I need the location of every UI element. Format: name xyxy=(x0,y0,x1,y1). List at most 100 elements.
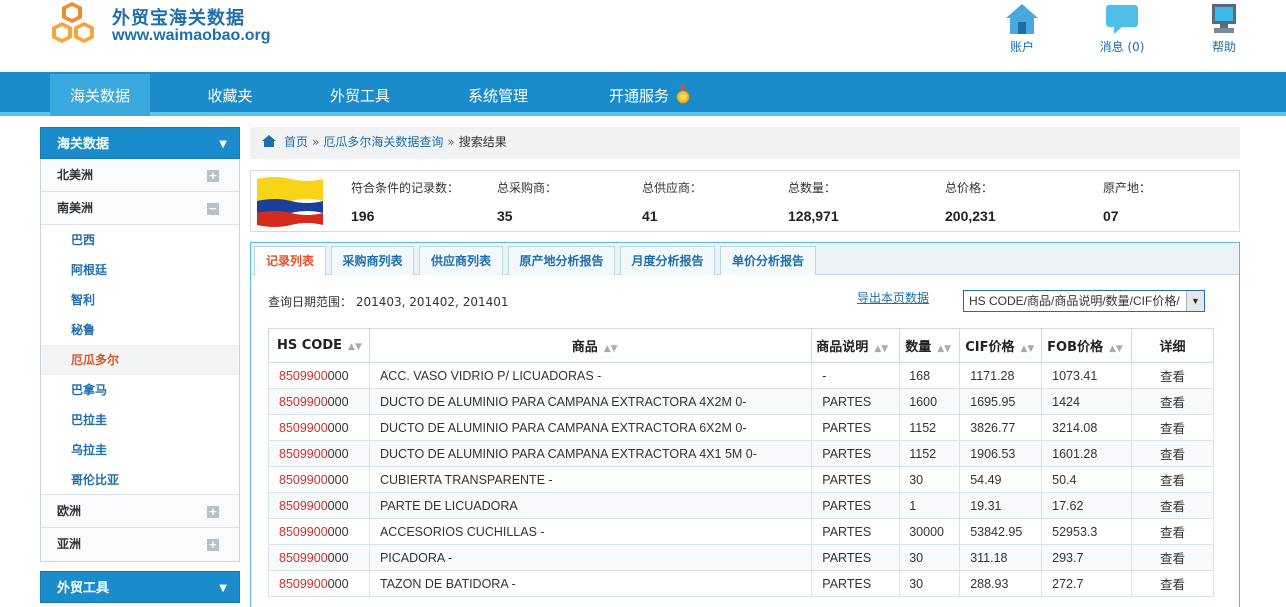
description-cell: PARTES xyxy=(811,414,901,441)
hs-code-cell: 8509900000 xyxy=(268,362,370,389)
region-europe[interactable]: 欧洲 + xyxy=(41,495,239,528)
view-detail-link[interactable]: 查看 xyxy=(1131,570,1214,597)
country-colombia[interactable]: 哥伦比亚 xyxy=(41,465,239,495)
col-quantity[interactable]: 数量 ▲▼ xyxy=(899,328,961,363)
sort-icon[interactable]: ▲▼ xyxy=(937,344,951,354)
col-product[interactable]: 商品 ▲▼ xyxy=(368,328,813,363)
fob-cell: 293.7 xyxy=(1041,544,1133,571)
logo-icon[interactable] xyxy=(50,0,110,50)
country-peru[interactable]: 秘鲁 xyxy=(41,315,239,345)
view-detail-link[interactable]: 查看 xyxy=(1131,544,1214,571)
stat-records-value: 196 xyxy=(351,208,375,224)
sort-icon[interactable]: ▲▼ xyxy=(604,344,618,354)
tab-origin-report[interactable]: 原产地分析报告 xyxy=(508,246,615,275)
tab-monthly-report[interactable]: 月度分析报告 xyxy=(620,246,715,275)
export-page-link[interactable]: 导出本页数据 xyxy=(857,289,929,306)
quantity-cell: 1152 xyxy=(899,440,961,467)
view-detail-link[interactable]: 查看 xyxy=(1131,466,1214,493)
region-asia[interactable]: 亚洲 + xyxy=(41,528,239,561)
stat-records: 符合条件的记录数： 196 xyxy=(351,179,459,224)
cif-cell: 53842.95 xyxy=(959,518,1043,545)
header: 外贸宝海关数据 www.waimaobao.org 账户 消息 (0) 帮助 xyxy=(0,0,1286,72)
collapse-minus-icon[interactable]: − xyxy=(207,203,219,215)
quantity-cell: 1 xyxy=(899,492,961,519)
account-link[interactable]: 账户 xyxy=(982,2,1062,55)
quantity-cell: 30 xyxy=(899,570,961,597)
view-detail-link[interactable]: 查看 xyxy=(1131,440,1214,467)
table-row: 8509900000 ACCESORIOS CUCHILLAS - PARTES 30… xyxy=(268,518,1214,545)
tab-bar: 记录列表 采购商列表 供应商列表 原产地分析报告 月度分析报告 单价分析报告 xyxy=(251,243,1239,276)
expand-plus-icon[interactable]: + xyxy=(207,539,219,551)
hs-code-rest: 000 xyxy=(327,576,349,591)
nav-customs-data[interactable]: 海关数据 xyxy=(50,74,150,116)
tab-supplier-list[interactable]: 供应商列表 xyxy=(419,246,503,275)
message-link[interactable]: 消息 (0) xyxy=(1082,2,1162,55)
col-fob-price[interactable]: FOB价格 ▲▼ xyxy=(1041,328,1133,363)
country-argentina[interactable]: 阿根廷 xyxy=(41,255,239,285)
account-label: 账户 xyxy=(1009,40,1034,54)
product-cell: PARTE DE LICUADORA xyxy=(368,492,813,519)
col-cif-price[interactable]: CIF价格 ▲▼ xyxy=(959,328,1043,363)
sort-icon[interactable]: ▲▼ xyxy=(874,344,888,354)
nav-open-service[interactable]: 开通服务 xyxy=(590,72,710,116)
country-chile[interactable]: 智利 xyxy=(41,285,239,315)
table-row: 8509900000 TAZON DE BATIDORA - PARTES 30 288… xyxy=(268,570,1214,597)
records-table: HS CODE ▲▼ 商品 ▲▼ 商品说明 ▲▼ 数量 ▲▼ CIF价格 ▲▼ FOB价格… xyxy=(268,328,1214,597)
expand-plus-icon[interactable]: + xyxy=(207,170,219,182)
nav-system-admin[interactable]: 系统管理 xyxy=(448,72,548,116)
country-uruguay[interactable]: 乌拉圭 xyxy=(41,435,239,465)
view-detail-link[interactable]: 查看 xyxy=(1131,388,1214,415)
expand-plus-icon[interactable]: + xyxy=(207,506,219,518)
product-cell: DUCTO DE ALUMINIO PARA CAMPANA EXTRACTOR… xyxy=(368,440,813,467)
home-icon xyxy=(262,134,276,147)
sidebar-title: 海关数据 xyxy=(57,137,110,152)
breadcrumb-home[interactable]: 首页 xyxy=(284,135,308,149)
col-description-label: 商品说明 xyxy=(816,340,869,355)
view-detail-link[interactable]: 查看 xyxy=(1131,518,1214,545)
search-field-select[interactable]: HS CODE/商品/商品说明/数量/CIF价格/ ▼ xyxy=(963,290,1205,312)
country-ecuador[interactable]: 厄瓜多尔 xyxy=(41,345,239,375)
sort-icon[interactable]: ▲▼ xyxy=(348,342,362,352)
dropdown-arrow-icon[interactable]: ▼ xyxy=(1186,291,1204,311)
stat-buyers: 总采购商： 35 xyxy=(497,179,557,224)
col-description[interactable]: 商品说明 ▲▼ xyxy=(811,328,901,363)
nav-favorites[interactable]: 收藏夹 xyxy=(182,72,278,116)
view-detail-link[interactable]: 查看 xyxy=(1131,414,1214,441)
sort-icon[interactable]: ▲▼ xyxy=(1020,344,1034,354)
tab-record-list[interactable]: 记录列表 xyxy=(254,246,326,276)
description-cell: PARTES xyxy=(811,388,901,415)
product-cell: CUBIERTA TRANSPARENTE - xyxy=(368,466,813,493)
description-cell: PARTES xyxy=(811,440,901,467)
view-detail-link[interactable]: 查看 xyxy=(1131,492,1214,519)
table-row: 8509900000 DUCTO DE ALUMINIO PARA CAMPANA… xyxy=(268,414,1214,441)
table-row: 8509900000 DUCTO DE ALUMINIO PARA CAMPANA… xyxy=(268,388,1214,415)
sort-icon[interactable]: ▲▼ xyxy=(1109,344,1123,354)
region-label: 北美洲 xyxy=(57,168,94,182)
col-product-label: 商品 xyxy=(571,340,598,355)
country-panama[interactable]: 巴拿马 xyxy=(41,375,239,405)
sidebar-head-customs[interactable]: 海关数据 ▼ xyxy=(40,127,240,159)
nav-trade-tools[interactable]: 外贸工具 xyxy=(310,72,410,116)
quantity-cell: 1152 xyxy=(899,414,961,441)
medal-icon xyxy=(676,84,690,103)
summary-panel: 符合条件的记录数： 196 总采购商： 35 总供应商： 41 总数量： 128… xyxy=(250,170,1240,232)
help-link[interactable]: 帮助 xyxy=(1184,2,1264,55)
region-north-america[interactable]: 北美洲 + xyxy=(41,159,239,192)
col-hs-code[interactable]: HS CODE ▲▼ xyxy=(268,328,370,363)
home-icon xyxy=(1006,4,1038,34)
country-paraguay[interactable]: 巴拉圭 xyxy=(41,405,239,435)
stat-price: 总价格： 200,231 xyxy=(945,179,996,224)
tab-buyer-list[interactable]: 采购商列表 xyxy=(331,246,414,275)
region-label: 欧洲 xyxy=(57,504,82,518)
hs-code-rest: 000 xyxy=(327,368,349,383)
stat-suppliers-label: 总供应商： xyxy=(642,181,703,195)
region-south-america[interactable]: 南美洲 − xyxy=(41,192,239,225)
tab-unit-price-report[interactable]: 单价分析报告 xyxy=(720,246,816,275)
hs-code-rest: 000 xyxy=(327,472,349,487)
sidebar-head-tools[interactable]: 外贸工具 ▼ xyxy=(40,571,240,603)
hs-code-rest: 000 xyxy=(327,446,349,461)
hs-code-highlight: 8509900 xyxy=(279,420,328,435)
view-detail-link[interactable]: 查看 xyxy=(1131,362,1214,389)
breadcrumb-query[interactable]: 厄瓜多尔海关数据查询 xyxy=(323,135,443,149)
country-brazil[interactable]: 巴西 xyxy=(41,225,239,255)
